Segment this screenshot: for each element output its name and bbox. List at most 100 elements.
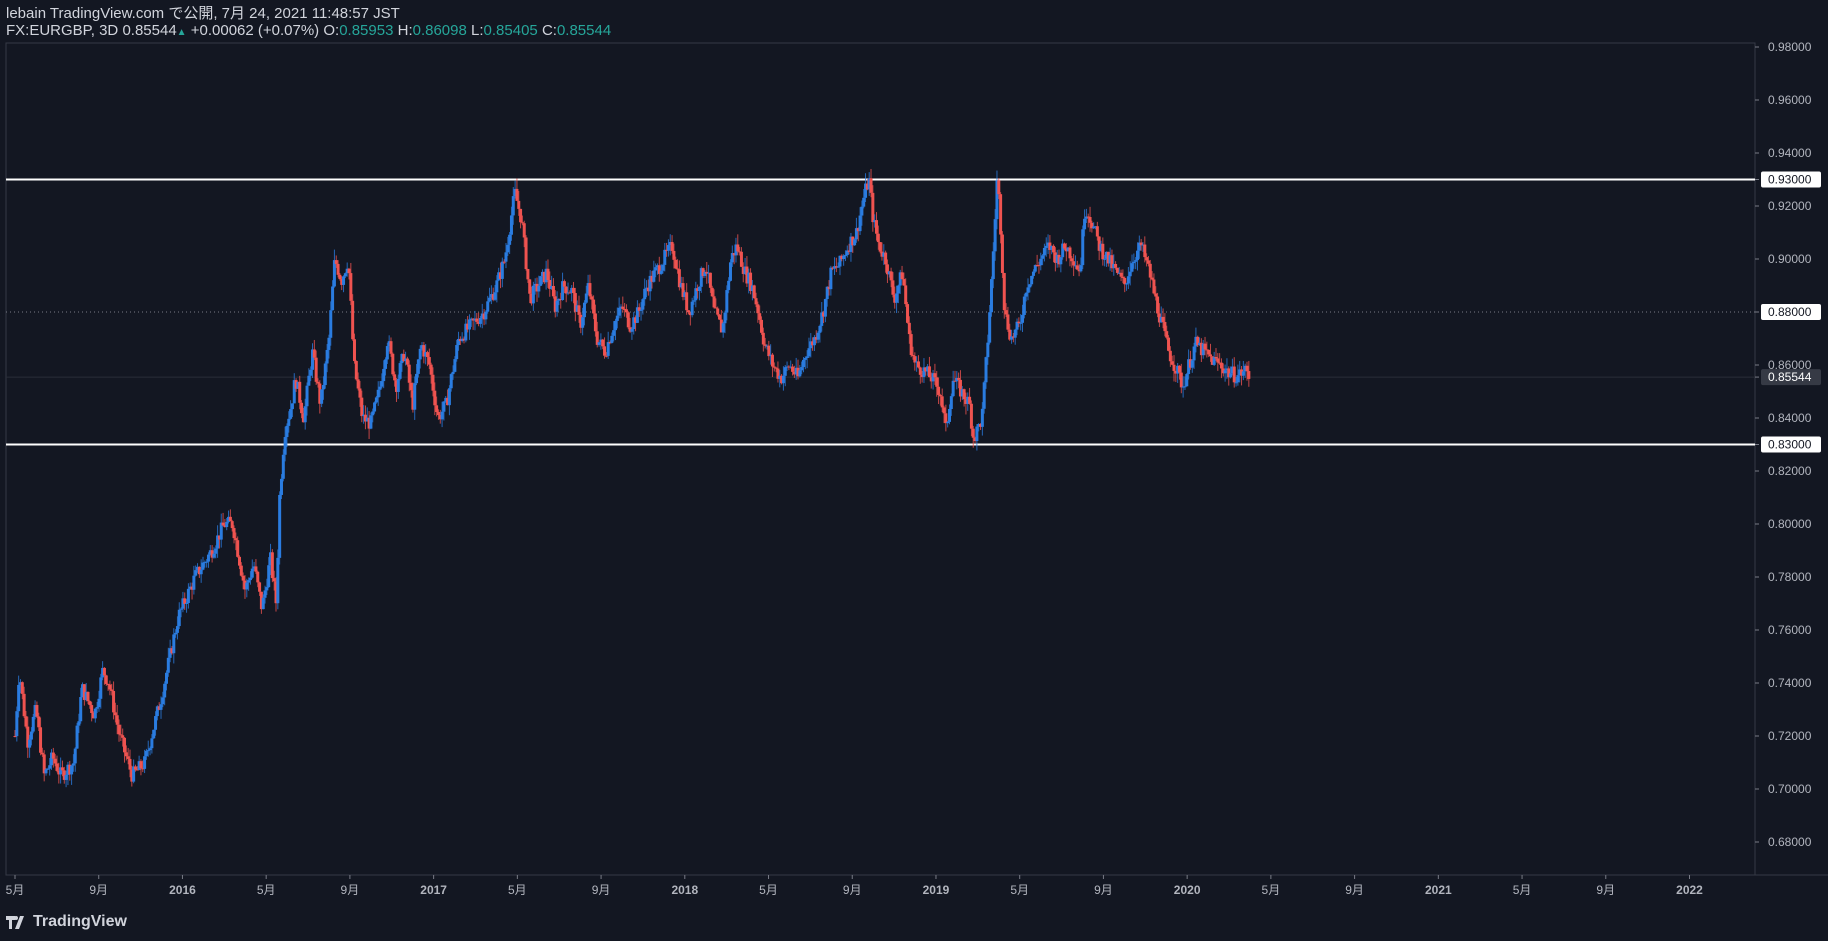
candle-up [177,609,181,627]
candle-down [1037,265,1041,267]
candle-down [517,200,521,209]
candle-up [1019,322,1023,324]
candle-down [356,379,360,389]
candle-up [630,329,634,332]
candle-down [962,389,966,400]
candle-down [871,192,875,223]
candle-up [327,337,331,350]
candle-down [603,346,607,356]
candle-up [783,367,787,376]
candle-down [128,758,132,770]
candle-down [112,690,116,713]
candle-down [999,194,1003,235]
candle-up [980,408,984,427]
price-label: 0.92000 [1768,199,1812,213]
candle-up [384,359,388,369]
candle-down [907,322,911,335]
candle-up [659,270,663,274]
candle-down [760,319,764,333]
candle-up [823,299,827,317]
tradingview-brand[interactable]: TradingView [6,913,127,931]
candle-up [374,397,378,403]
candle-up [1013,329,1017,338]
candle-up [440,411,444,420]
candle-up [581,317,585,328]
candle-up [179,608,183,610]
candle-up [862,197,866,207]
candle-down [774,367,778,369]
candle-up [816,332,820,340]
candle-down [1163,322,1167,332]
candle-down [316,381,320,384]
candle-up [194,570,198,576]
candle-up [48,765,52,769]
time-label: 5月 [508,883,527,897]
candle-down [55,763,59,771]
candle-down [119,734,123,736]
candle-up [948,408,952,422]
candle-up [369,415,373,429]
candle-up [506,244,510,253]
tradingview-logo-icon [6,915,24,929]
candle-down [940,396,944,408]
candle-down [1177,365,1181,373]
candle-up [1041,255,1045,259]
candle-down [710,287,714,297]
candle-up [166,657,170,673]
candle-down [1209,354,1213,357]
candle-up [174,632,178,635]
price-label: 0.88000 [1768,305,1812,319]
candle-up [946,421,950,424]
candle-up [896,285,900,294]
candle-down [601,339,605,347]
candle-down [957,377,961,380]
candle-up [447,388,451,406]
candle-up [1185,374,1189,387]
candle-up [1059,257,1063,265]
candle-down [429,364,433,375]
candle-up [1223,370,1227,374]
candle-down [911,355,915,357]
candle-up [287,418,291,426]
candle-down [900,272,904,280]
candle-up [1103,258,1107,260]
time-label: 2019 [923,883,950,897]
candle-down [334,260,338,264]
candle-up [612,330,616,336]
time-label: 5月 [6,883,25,897]
price-label: 0.72000 [1768,729,1812,743]
candle-down [1088,216,1092,223]
candle-down [770,354,774,367]
candle-up [509,215,513,235]
candle-up [276,557,280,604]
candle-down [1203,343,1207,350]
candle-down [391,353,395,375]
candle-down [1245,365,1249,372]
candle-up [150,738,154,749]
candle-up [555,300,559,312]
candle-up [1128,271,1132,277]
candle-up [1083,218,1087,230]
candle-down [933,373,937,378]
candle-down [971,428,975,438]
candle-up [225,521,229,528]
candle-down [1232,366,1236,383]
candle-up [1192,346,1196,361]
candle-up [1021,314,1025,323]
price-chart[interactable]: 0.98000 0.96000 0.94000 0.93000 0.92000 0.900… [0,0,1828,941]
candles [13,168,1251,788]
candle-down [718,314,722,320]
candle-down [874,220,878,234]
candle-down [1095,226,1099,237]
candle-down [997,180,1001,195]
candle-down [754,298,758,305]
candle-up [486,301,490,312]
candle-down [124,752,128,757]
candle-down [716,308,720,315]
time-label: 9月 [843,883,862,897]
candle-down [347,268,351,274]
candle-down [1216,358,1220,363]
candle-up [984,357,988,383]
candle-up [1234,382,1238,384]
candle-up [303,406,307,423]
